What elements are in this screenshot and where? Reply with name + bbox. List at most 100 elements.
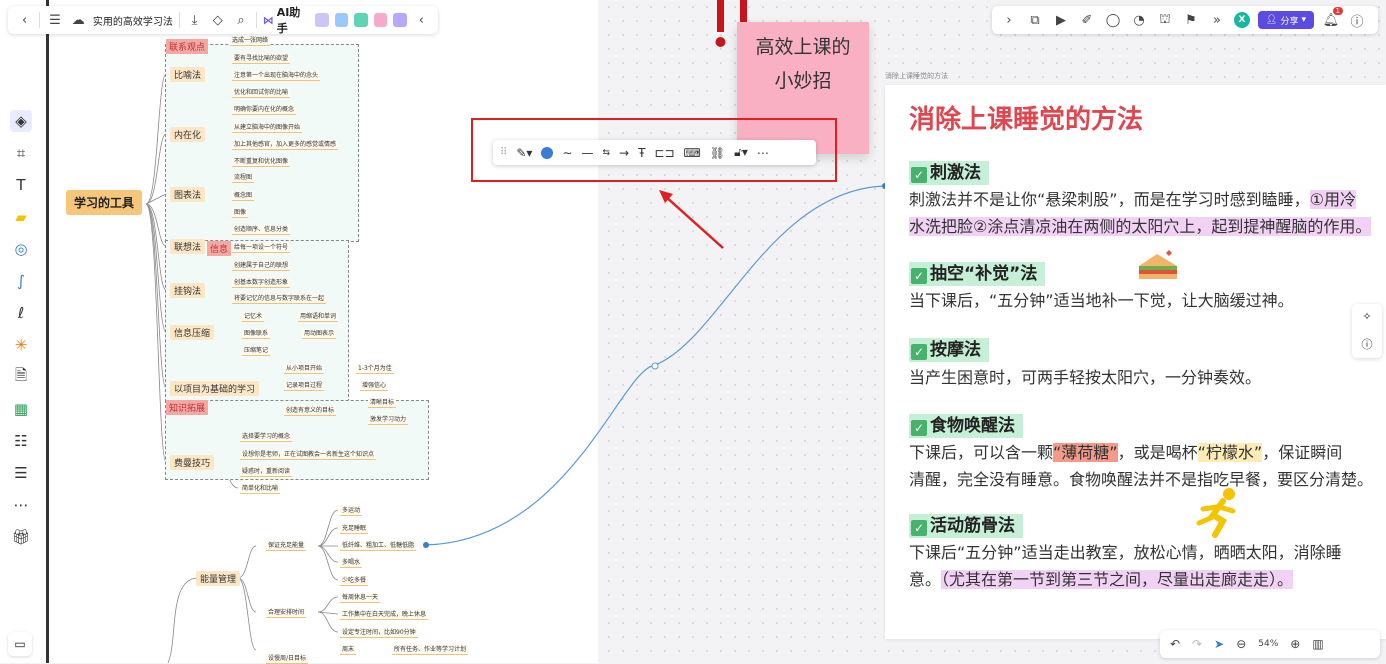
document-card[interactable]: 消除上课睡觉的方法 ✓ 刺激法 刺激法并不是让你“悬梁刺股”，而是在学习时感到瞌睡… [885,85,1386,639]
curve-icon[interactable]: ∼ [562,146,572,160]
share-app-icon[interactable] [354,13,368,27]
tag-lianxi[interactable]: 联系观点 [166,39,209,54]
mindmap-leaf[interactable]: 选成一张网络 [230,36,271,46]
more-chevron-icon[interactable]: » [1208,11,1226,29]
mindmap-leaf[interactable]: 少吃多餐 [340,576,369,586]
mindmap-leaf[interactable]: 图像联系 [242,329,271,339]
frame-icon[interactable]: ⌗ [10,142,32,164]
info-icon[interactable]: ⓘ [1362,336,1373,352]
p-app-icon[interactable] [334,13,349,27]
mindmap-app-icon[interactable] [373,13,388,27]
lock-icon[interactable]: 🔓︎▾ [734,145,748,160]
text-icon[interactable]: Ŧ [638,146,645,160]
sticky-note-icon[interactable]: ▰ [10,206,32,228]
avatar[interactable]: X [1234,12,1250,28]
mindmap-leaf[interactable]: 设定专注时间，比如90分钟 [340,628,418,638]
mindmap-leaf[interactable]: 创造顺序、信息分类 [232,225,291,235]
mindmap-leaf[interactable]: 疑惑时，重新阅读 [240,467,293,477]
mindmap-leaf[interactable]: 创造有意义的目标 [284,406,337,416]
timer-icon[interactable]: ◔ [1130,11,1148,29]
mindmap-leaf[interactable]: 注意第一个出现在脑海中的念头 [232,71,321,81]
comment-icon[interactable]: ◯ [1104,11,1122,29]
collapse-icon[interactable]: ‹ [413,11,430,29]
connector-icon[interactable]: ∫ [10,270,32,292]
mindmap-root[interactable]: 学习的工具 [66,190,143,215]
mindmap-leaf[interactable]: 概念图 [232,191,255,201]
mindmap-leaf[interactable]: 周末 [340,645,357,655]
flag-icon[interactable]: ⚑ [1182,11,1200,29]
mindmap-leaf[interactable]: 多运动 [340,506,363,516]
document-title[interactable]: 实用的高效学习法 [93,13,173,28]
kanban-icon[interactable]: ☷ [10,430,32,452]
expand-icon[interactable]: › [1000,11,1018,29]
mindmap-leaf[interactable]: 不断重复和优化图像 [232,157,291,167]
drag-handle-icon[interactable]: ⠿ [500,147,507,158]
image-app-icon[interactable] [315,13,329,27]
branch-node[interactable]: 内在化 [170,127,206,142]
search-icon[interactable]: ⌕ [232,11,249,29]
mindmap-leaf[interactable]: 工作集中在白天完成，晚上休息 [340,610,429,620]
mindmap-leaf[interactable]: 明确你要内在化的概念 [232,105,297,115]
mindmap-leaf[interactable]: 增强信心 [360,381,389,391]
mindmap-leaf[interactable]: 简单化和比喻 [240,484,281,494]
mindmap-leaf[interactable]: 压缩笔记 [242,346,271,356]
zoom-level[interactable]: 54% [1258,639,1278,649]
chat-app-icon[interactable] [393,13,407,27]
mindmap-leaf[interactable]: 优化和回试你的比喻 [232,88,291,98]
text-tool-icon[interactable]: T [10,174,32,196]
mindmap-leaf[interactable]: 从建立脑海中的图像开始 [232,123,303,133]
minimap-button[interactable]: ▭ [8,632,32,656]
tag-icon[interactable]: ◇ [209,11,226,29]
branch-node[interactable]: 费曼技巧 [170,455,215,470]
mindmap-leaf[interactable]: 多喝水 [340,558,363,568]
tag-xinxi[interactable]: 信息 [207,241,232,256]
mindmap-leaf[interactable]: 给每一项设一个符号 [232,243,291,253]
mindmap-leaf[interactable]: 记录项目过程 [284,381,325,391]
tag-zhishi[interactable]: 知识拓展 [166,400,209,415]
apps-icon[interactable]: 🎁︎ [10,526,32,548]
mindmap-leaf[interactable]: 激发学习动力 [368,415,409,425]
branch-node[interactable]: 比喻法 [170,67,206,82]
doc-icon[interactable]: 🗎︎ [10,366,32,388]
redo-icon[interactable]: ↷ [1192,637,1202,651]
mindmap-leaf[interactable]: 流程图 [232,173,255,183]
mindmap-leaf[interactable]: 用缩语和单词 [298,312,339,322]
map-icon[interactable]: ▥ [1312,637,1323,651]
mindmap-leaf[interactable]: 要有寻找比喻的欲望 [232,54,291,64]
pen-icon[interactable]: ℓ [10,302,32,324]
mindmap-leaf[interactable]: 从小项目开始 [284,364,325,374]
template-icon[interactable]: ⧉ [1026,11,1044,29]
mindmap-leaf[interactable]: 低纤维、粗加工、低糖低脂 [340,541,417,551]
table-icon[interactable]: ▦ [10,398,32,420]
undo-icon[interactable]: ↶ [1170,637,1180,651]
mindmap-leaf[interactable]: 用动图表示 [302,329,337,339]
branch-node[interactable]: 以项目为基础的学习 [170,381,260,396]
present-icon[interactable]: ▶ [1052,11,1070,29]
shape-icon[interactable]: ◎ [10,238,32,260]
branch-node[interactable]: 图表法 [170,187,206,202]
mindmap-leaf[interactable]: 每周休息一天 [340,593,381,603]
bell-icon[interactable]: 🔔︎ 1 [1322,7,1343,29]
mindmap-leaf[interactable]: 创基本数字创造形象 [232,278,291,288]
mindmap-leaf[interactable]: 设想你是老师，正在试图教会一名新生这个知识点 [240,450,377,460]
link-icon[interactable]: ⛓ [710,146,725,160]
select-icon[interactable]: ➤ [1214,637,1224,651]
mindmap-leaf[interactable]: 保证充足能量 [266,541,307,551]
mindmap-leaf[interactable]: 所有任务、作业等学习计划 [392,645,469,655]
branch-node[interactable]: 能量管理 [196,571,241,586]
list-icon[interactable]: ☰ [10,462,32,484]
mindmap-leaf[interactable]: 选择要学习的概念 [240,432,293,442]
mindmap-leaf[interactable]: 加上其他感官，加入更多的感觉或情感 [232,140,339,150]
color-swatch[interactable] [541,146,554,159]
arrow-end-icon[interactable]: → [619,146,629,160]
mindmap-leaf[interactable]: 图像 [232,208,249,218]
more-tools-icon[interactable]: ⋯ [10,494,32,516]
magic-icon[interactable]: ✧ [1362,310,1371,323]
mindmap-leaf[interactable]: 1-3个月为佳 [356,364,394,374]
line-start-icon[interactable]: — [581,146,593,160]
mindmap-leaf[interactable]: 充足睡眠 [340,524,369,534]
mindmap-leaf[interactable]: 将要记忆的信息与数字联系在一起 [232,294,327,304]
mindmap-leaf[interactable]: 创建属于自己的联想 [232,261,291,271]
download-icon[interactable]: ⤓ [186,11,203,29]
help-icon[interactable]: ⓘ [1348,11,1366,30]
